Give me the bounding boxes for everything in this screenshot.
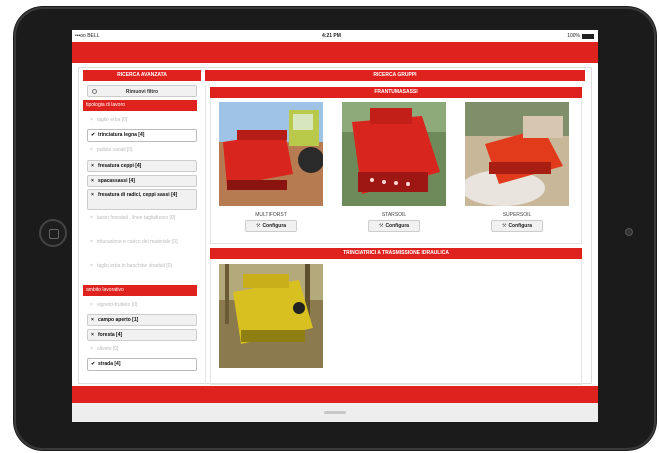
filter-label: campo aperto [1] xyxy=(98,317,139,323)
filter-label: fresatura di radici, ceppi sassi [4] xyxy=(98,192,178,198)
carrier-label: •••oo BELL xyxy=(75,33,100,39)
checkmark-icon: ✔ xyxy=(91,132,96,138)
advanced-search-header: RICERCA AVANZATA xyxy=(83,70,201,81)
filter-item: × taglio erba [0] xyxy=(87,115,197,126)
filter-label: vigneto-frutteto [0] xyxy=(97,302,138,308)
configure-label: Configura xyxy=(385,223,410,229)
remove-filter-label: Rimuovi filtro xyxy=(125,89,159,95)
x-icon: × xyxy=(90,302,93,308)
product-name: STARSOIL xyxy=(381,212,407,218)
product-card xyxy=(219,264,323,368)
filter-item: × pulizia canali [0] xyxy=(87,145,197,156)
filter-sidebar: Rimuovi filtro tipologia di lavoro × tagl… xyxy=(83,85,201,385)
filter-label: pulizia canali [0] xyxy=(97,147,133,153)
filter-item[interactable]: × foresta [4] xyxy=(87,329,197,341)
product-photo[interactable] xyxy=(342,102,446,206)
screen: •••oo BELL 4:21 PM 100% RICERCA AVANZATA… xyxy=(72,30,598,422)
filter-label: taglio erba in banchine stradali [0] xyxy=(97,263,172,269)
filter-item[interactable]: × spacassassi [4] xyxy=(87,175,197,187)
clock: 4:21 PM xyxy=(322,33,341,39)
wrench-icon: ⚒ xyxy=(501,223,507,229)
app-bottom-bar xyxy=(72,386,598,403)
filter-item[interactable]: × fresatura di radici, ceppi sassi [4] xyxy=(87,189,197,210)
product-card: STARSOIL ⚒ Configura xyxy=(342,102,446,242)
x-icon: × xyxy=(91,192,94,198)
product-photo[interactable] xyxy=(219,264,323,368)
x-icon: × xyxy=(91,178,94,184)
filter-item: × vigneto-frutteto [0] xyxy=(87,300,197,311)
battery-icon xyxy=(582,33,594,39)
product-photo[interactable] xyxy=(219,102,323,206)
battery-status: 100% xyxy=(567,33,594,39)
x-icon: × xyxy=(90,117,93,123)
configure-label: Configura xyxy=(262,223,287,229)
front-camera xyxy=(625,228,633,236)
browser-bottom-bar xyxy=(72,403,598,422)
home-button[interactable] xyxy=(39,219,67,247)
filter-label: spacassassi [4] xyxy=(98,178,135,184)
status-bar: •••oo BELL 4:21 PM 100% xyxy=(72,30,598,42)
section-header-work-area: ambito lavorativo xyxy=(83,285,197,296)
filter-item[interactable]: × fresatura ceppi [4] xyxy=(87,160,197,172)
app-top-bar xyxy=(72,42,598,63)
content-panel: RICERCA AVANZATA RICERCA GRUPPI Rimuovi … xyxy=(78,67,592,385)
filter-item-selected[interactable]: ✔ trinciatura legna [4] xyxy=(87,129,197,142)
group-frantumasassi: MULTIFORST ⚒ Configura STARSOIL ⚒ Config… xyxy=(210,98,582,244)
x-icon: × xyxy=(90,346,93,352)
grab-handle[interactable] xyxy=(324,411,346,414)
x-icon: × xyxy=(91,317,94,323)
group-header-trinciatrici: TRINCIATRICI A TRASMISSIONE IDRAULICA xyxy=(210,248,582,259)
product-photo[interactable] xyxy=(465,102,569,206)
product-card: MULTIFORST ⚒ Configura xyxy=(219,102,323,242)
checkmark-icon: ✔ xyxy=(91,361,96,367)
filter-item-selected[interactable]: ✔ strada [4] xyxy=(87,358,197,371)
configure-button[interactable]: ⚒ Configura xyxy=(245,220,297,232)
filter-label: fresatura ceppi [4] xyxy=(98,163,142,169)
groups-search-header: RICERCA GRUPPI xyxy=(205,70,585,81)
battery-percent: 100% xyxy=(567,33,580,39)
configure-label: Configura xyxy=(508,223,533,229)
filter-label: oliveto [0] xyxy=(97,346,119,352)
filter-item[interactable]: × campo aperto [1] xyxy=(87,314,197,326)
group-header-frantumasassi: FRANTUMASASSI xyxy=(210,87,582,98)
x-icon: × xyxy=(91,163,94,169)
filter-item: × oliveto [0] xyxy=(87,344,197,355)
filter-item: × lavori forestali , linee tagliafuoco [0… xyxy=(87,213,197,233)
remove-filter-button[interactable]: Rimuovi filtro xyxy=(87,85,197,97)
filter-label: trinciatura legna [4] xyxy=(98,132,145,138)
filter-label: triturazione e carico dei materiale [0] xyxy=(97,239,178,245)
x-icon: × xyxy=(90,263,93,269)
filter-label: taglio erba [0] xyxy=(97,117,128,123)
wrench-icon: ⚒ xyxy=(255,223,261,229)
configure-button[interactable]: ⚒ Configura xyxy=(368,220,420,232)
section-header-work-type: tipologia di lavoro xyxy=(83,100,197,111)
filter-item: × taglio erba in banchine stradali [0] xyxy=(87,261,197,281)
filter-item: × triturazione e carico dei materiale [0] xyxy=(87,237,197,257)
product-name: MULTIFORST xyxy=(255,212,287,218)
filter-label: foresta [4] xyxy=(98,332,123,338)
x-icon: × xyxy=(91,332,94,338)
filter-label: lavori forestali , linee tagliafuoco [0] xyxy=(97,215,176,221)
groups-panel: FRANTUMASASSI MULTIFORST ⚒ Configura STA… xyxy=(205,85,587,385)
wrench-icon: ⚒ xyxy=(378,223,384,229)
x-icon: × xyxy=(90,215,93,221)
filter-label: strada [4] xyxy=(98,361,121,367)
product-name: SUPERSOIL xyxy=(502,212,532,218)
product-card: SUPERSOIL ⚒ Configura xyxy=(465,102,569,242)
x-icon: × xyxy=(90,239,93,245)
x-icon: × xyxy=(90,147,93,153)
configure-button[interactable]: ⚒ Configura xyxy=(491,220,543,232)
group-trinciatrici xyxy=(210,259,582,385)
